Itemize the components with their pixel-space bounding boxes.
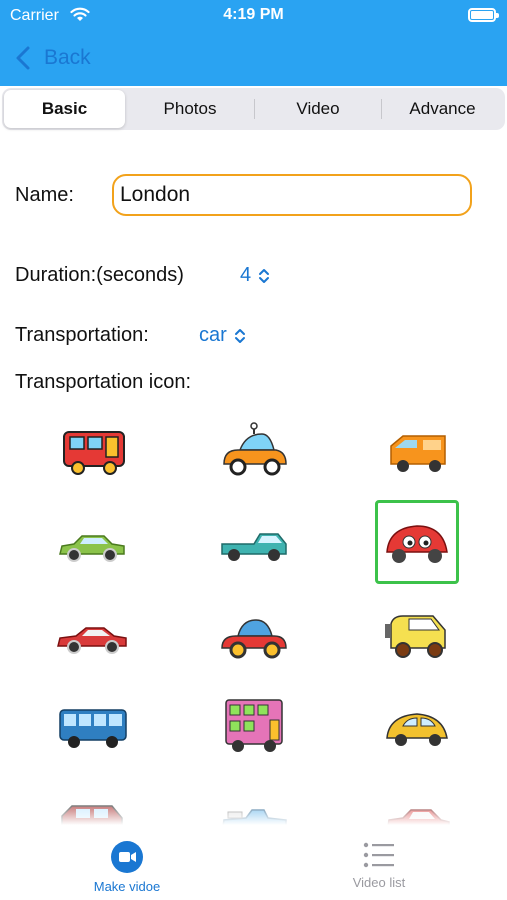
battery-icon (468, 8, 499, 22)
back-button[interactable]: Back (10, 42, 91, 74)
transportation-value: car (199, 324, 227, 346)
back-label: Back (44, 46, 91, 69)
tab-video-list[interactable]: Video list (299, 841, 459, 890)
red-sports-car-icon[interactable] (50, 592, 134, 676)
list-icon (363, 842, 394, 868)
tab-make-video[interactable]: Make vidoe (47, 841, 207, 894)
chevron-up-down-icon (234, 328, 245, 343)
navigation-bar: Carrier 4:19 PM Back (0, 0, 507, 86)
green-sedan-icon[interactable] (50, 500, 134, 584)
transportation-icon-label: Transportation icon: (15, 371, 192, 393)
red-bus-icon[interactable] (50, 408, 134, 492)
scroll-fade (0, 795, 507, 825)
red-cartoon-car-icon[interactable] (212, 592, 296, 676)
tab-bar: Make vidoe Video list (0, 825, 507, 900)
tab-video[interactable]: Video (256, 90, 380, 128)
red-cartoon-beetle-icon[interactable] (375, 500, 459, 584)
name-label: Name: (15, 184, 74, 206)
duration-value: 4 (240, 264, 252, 286)
status-bar: Carrier 4:19 PM (0, 0, 507, 32)
tab-make-video-label: Make vidoe (93, 879, 161, 894)
orange-van-icon[interactable] (375, 408, 459, 492)
blue-city-bus-icon[interactable] (50, 684, 134, 768)
tab-basic[interactable]: Basic (4, 90, 125, 128)
yellow-beetle-icon[interactable] (375, 684, 459, 768)
tab-photos[interactable]: Photos (128, 90, 252, 128)
video-camera-icon (111, 841, 143, 873)
name-input[interactable] (112, 174, 472, 216)
transportation-picker[interactable]: car (199, 324, 247, 347)
orange-wind-up-car-icon[interactable] (212, 408, 296, 492)
tab-video-list-label: Video list (352, 875, 406, 890)
segmented-control: Basic Photos Video Advance (2, 88, 505, 130)
yellow-jeep-icon[interactable] (375, 592, 459, 676)
pink-double-decker-bus-icon[interactable] (212, 684, 296, 768)
chevron-up-down-icon (259, 268, 270, 283)
teal-pickup-truck-icon[interactable] (212, 500, 296, 584)
status-time: 4:19 PM (223, 6, 284, 23)
segment-divider (254, 99, 255, 119)
transportation-label: Transportation: (15, 324, 149, 346)
tab-advance[interactable]: Advance (382, 90, 503, 128)
duration-picker[interactable]: 4 (240, 264, 271, 287)
chevron-left-icon (16, 46, 30, 70)
duration-label: Duration:(seconds) (15, 264, 184, 286)
